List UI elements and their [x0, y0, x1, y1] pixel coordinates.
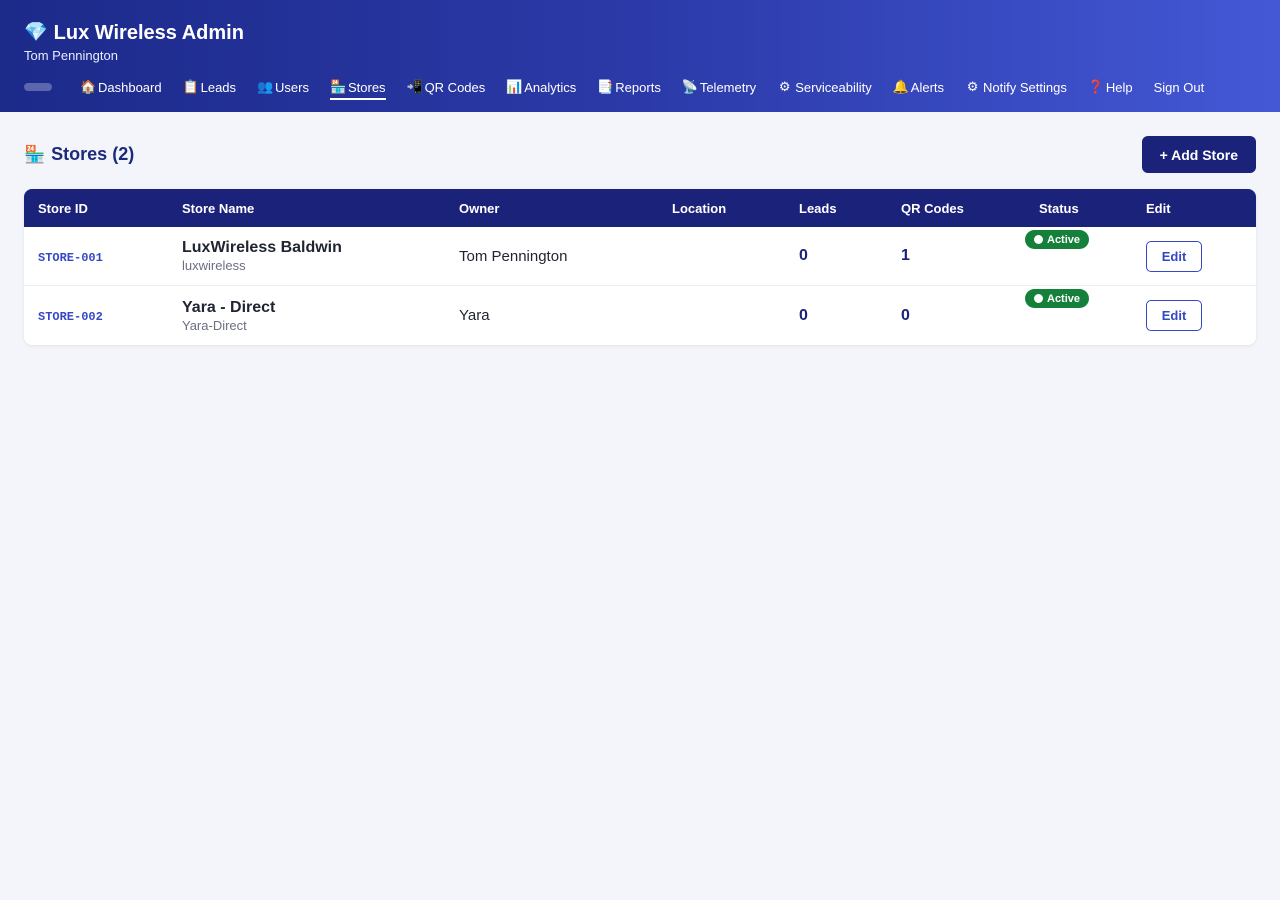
clipboard-icon: 📋: [182, 79, 199, 94]
status-dot-icon: [1034, 235, 1043, 244]
gear-icon: ⚙: [778, 79, 791, 94]
users-icon: 👥: [257, 79, 274, 94]
nav-item-label: Stores: [347, 79, 386, 95]
nav-item-qr-codes[interactable]: 📲 QR Codes: [407, 74, 486, 100]
column-header-qr-codes: QR Codes: [887, 189, 1025, 227]
store-slug: luxwireless: [182, 258, 246, 273]
nav-item-sign-out[interactable]: Sign Out: [1154, 74, 1205, 100]
table-header-row: Store ID Store Name Owner Location Leads…: [24, 189, 1256, 227]
gem-icon: 💎: [24, 22, 48, 43]
add-store-button[interactable]: + Add Store: [1141, 136, 1256, 173]
house-icon: 🏠: [80, 79, 97, 94]
store-slug: Yara-Direct: [182, 317, 247, 333]
status-badge: Active: [1025, 289, 1090, 308]
nav-item-serviceability[interactable]: ⚙ Serviceability: [777, 74, 872, 100]
nav-item-help[interactable]: ❓ Help: [1088, 74, 1133, 100]
store-id-link[interactable]: STORE-002: [38, 310, 103, 324]
nav-item-stores[interactable]: 🏪 Stores: [329, 74, 386, 100]
nav-item-label: Sign Out: [1153, 79, 1205, 95]
store-name: LuxWireless Baldwin: [182, 239, 342, 256]
nav-item-label: Analytics: [524, 79, 577, 95]
nav-item-label: Telemetry: [699, 79, 757, 95]
table-row: STORE-002 Yara - Direct Yara-Direct Yara…: [24, 286, 1256, 345]
status-badge: Active: [1025, 230, 1090, 249]
page-title: 🏪 Stores (2): [24, 144, 134, 165]
nav-item-label: Reports: [615, 79, 661, 95]
store-qr-count: 1: [901, 247, 910, 264]
page-title-text: Stores (2): [51, 144, 135, 164]
stores-table: Store ID Store Name Owner Location Leads…: [24, 189, 1256, 345]
store-qr-count: 0: [901, 306, 910, 324]
main-content: 🏪 Stores (2) + Add Store Store ID Store …: [0, 112, 1280, 369]
status-label: Active: [1047, 292, 1081, 305]
store-icon: 🏪: [24, 144, 46, 164]
column-header-edit: Edit: [1132, 189, 1256, 227]
nav-item-label: QR Codes: [424, 79, 486, 95]
store-name: Yara - Direct: [182, 298, 276, 316]
nav-item-label: Leads: [200, 79, 237, 95]
nav-item-dashboard[interactable]: 🏠 Dashboard: [80, 74, 162, 100]
nav-item-analytics[interactable]: 📊 Analytics: [506, 74, 576, 100]
nav-item-label: Alerts: [910, 79, 945, 95]
app-title: Lux Wireless Admin: [53, 22, 244, 44]
table-row: STORE-001 LuxWireless Baldwin luxwireles…: [24, 227, 1256, 286]
app-brand: 💎 Lux Wireless Admin: [24, 20, 1256, 46]
store-owner: Yara: [459, 307, 490, 324]
column-header-owner: Owner: [445, 189, 658, 227]
edit-store-button[interactable]: Edit: [1146, 300, 1202, 331]
bell-icon: 🔔: [892, 79, 909, 94]
nav-item-label: Notify Settings: [983, 79, 1067, 95]
nav-item-label: Help: [1105, 79, 1133, 95]
top-header: 💎 Lux Wireless Admin Tom Pennington 🏠 Das…: [0, 0, 1280, 112]
nav-item-telemetry[interactable]: 📡 Telemetry: [682, 74, 756, 100]
nav-toggle[interactable]: [24, 83, 52, 91]
gear-icon: ⚙: [966, 79, 979, 94]
store-id-link[interactable]: STORE-001: [38, 251, 103, 265]
current-user-name: Tom Pennington: [24, 48, 118, 63]
store-location: [658, 227, 785, 286]
page-header: 🏪 Stores (2) + Add Store: [24, 136, 1256, 173]
column-header-leads: Leads: [785, 189, 887, 227]
store-leads-count: 0: [799, 247, 808, 264]
main-nav: 🏠 Dashboard 📋 Leads 👥 Users 🏪 Stores 📲 QR Codes 📊 A…: [24, 74, 1256, 100]
column-header-store-name: Store Name: [168, 189, 445, 227]
store-icon: 🏪: [329, 79, 347, 94]
phone-qr-icon: 📲: [406, 79, 423, 94]
column-header-status: Status: [1025, 189, 1132, 227]
edit-store-button[interactable]: Edit: [1146, 240, 1202, 272]
status-dot-icon: [1034, 294, 1043, 303]
nav-item-users[interactable]: 👥 Users: [257, 74, 309, 100]
nav-item-label: Serviceability: [795, 79, 872, 95]
store-owner: Tom Pennington: [445, 227, 658, 286]
satellite-icon: 📡: [681, 79, 699, 94]
nav-item-leads[interactable]: 📋 Leads: [183, 74, 236, 100]
question-icon: ❓: [1087, 79, 1105, 94]
nav-item-label: Users: [275, 79, 309, 95]
column-header-location: Location: [658, 189, 785, 227]
store-location: [658, 286, 785, 345]
nav-item-label: Dashboard: [98, 79, 162, 95]
report-icon: 📑: [597, 79, 614, 94]
bar-chart-icon: 📊: [506, 79, 523, 94]
column-header-store-id: Store ID: [24, 189, 168, 227]
store-leads-count: 0: [799, 306, 808, 324]
status-label: Active: [1047, 233, 1081, 246]
nav-item-reports[interactable]: 📑 Reports: [597, 74, 661, 100]
nav-item-alerts[interactable]: 🔔 Alerts: [893, 74, 944, 100]
nav-item-notify-settings[interactable]: ⚙ Notify Settings: [965, 74, 1067, 100]
